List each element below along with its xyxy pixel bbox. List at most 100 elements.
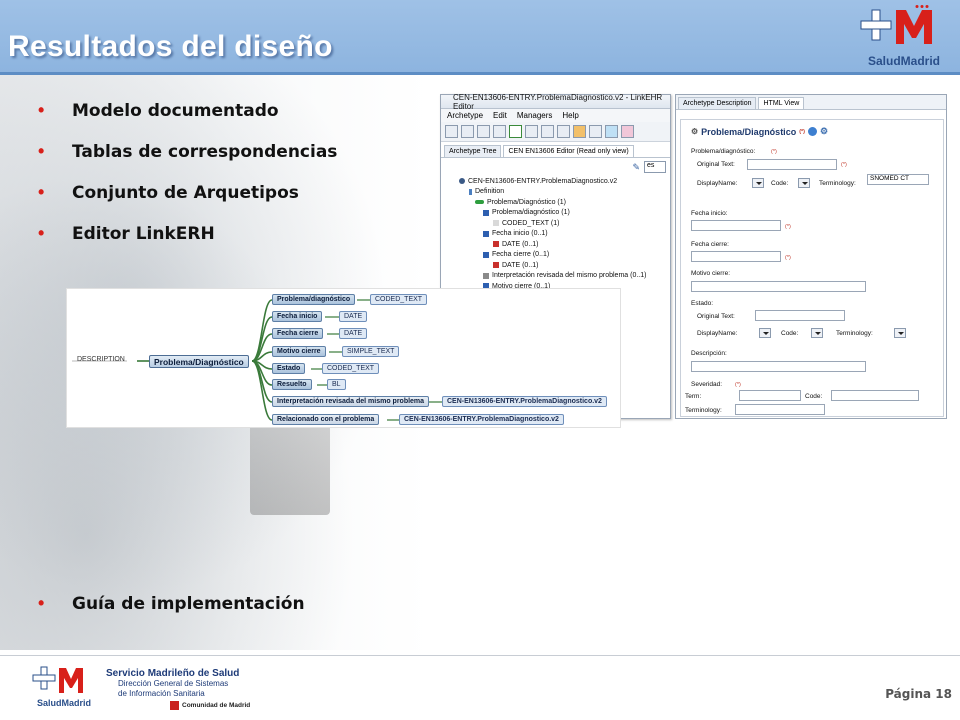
bullet-dot-icon: • [38,593,45,613]
element-icon [483,251,489,258]
required-mark: (*) [799,128,806,135]
table-icon[interactable] [589,125,602,138]
menu-help[interactable]: Help [562,111,578,120]
tree-node-label: DATE (0..1) [502,261,539,269]
tab-archetype-tree[interactable]: Archetype Tree [444,145,502,157]
label-displayname: DisplayName: [697,180,738,187]
menu-managers[interactable]: Managers [517,111,553,120]
mindmap-type-coded-text[interactable]: CODED_TEXT [370,294,428,305]
mindmap-type-coded-text[interactable]: CODED_TEXT [322,363,380,374]
mindmap-type-date[interactable]: DATE [339,311,368,322]
descripcion-input[interactable] [691,361,866,372]
tree-node[interactable]: Definition [459,187,670,198]
tree-node[interactable]: DATE (0..1) [459,239,670,250]
zoom-icon[interactable] [541,125,554,138]
tree-node-label: Fecha inicio (0..1) [492,230,548,238]
severidad-code-input[interactable] [831,390,919,401]
org-line-1: Dirección General de Sistemas [118,679,229,688]
mindmap-node-problema[interactable]: Problema/diagnóstico [272,294,356,305]
motivo-cierre-input[interactable] [691,281,866,292]
bullet-text: Conjunto de Arquetipos [72,182,299,203]
tab-cen-editor[interactable]: CEN EN13606 Editor (Read only view) [503,145,634,157]
label-code: Code: [781,330,799,337]
save-icon[interactable] [493,125,506,138]
footer-salud-madrid-logo: SaludMadrid [32,664,96,708]
tree-node[interactable]: DATE (0..1) [459,260,670,271]
mindmap-node-resuelto[interactable]: Resuelto [272,379,312,390]
editor-tabs: Archetype Tree CEN EN13606 Editor (Read … [441,142,670,158]
bullet-dot-icon: • [38,141,45,161]
validate-icon[interactable] [509,125,522,138]
butterfly-icon[interactable] [573,125,586,138]
html-view-tabs: Archetype Description HTML View [676,95,946,110]
original-text-input[interactable] [747,159,837,170]
footer-logo-text: SaludMadrid [36,698,91,708]
mindmap-node-estado[interactable]: Estado [272,363,306,374]
cluster-icon [475,200,484,205]
mindmap-type-date[interactable]: DATE [339,328,368,339]
code-dropdown[interactable] [811,328,823,338]
calendar-icon [493,241,499,248]
settings-icon[interactable]: ⚙ [820,126,828,137]
mindmap-type-bl[interactable]: BL [327,379,346,390]
form-heading-text: Problema/Diagnóstico [701,126,797,137]
bullet-text: Guía de implementación [72,593,305,614]
editor-menubar: Archetype Edit Managers Help [441,109,670,122]
mindmap-node-relacionado[interactable]: Relacionado con el problema [272,414,380,425]
mindmap-node-interpretacion[interactable]: Interpretación revisada del mismo proble… [272,396,430,407]
mindmap-main-node[interactable]: Problema/Diagnóstico [149,355,249,368]
bullet-dot-icon: • [38,182,45,202]
language-select[interactable]: es [644,161,666,173]
bullet-text: Modelo documentado [72,100,279,121]
required-mark: (*) [841,162,847,168]
fecha-cierre-input[interactable] [691,251,781,262]
import-icon[interactable] [477,125,490,138]
tree-node[interactable]: Interpretación revisada del mismo proble… [459,271,670,282]
footer-logo-mark [32,666,83,693]
checklist-icon[interactable] [525,125,538,138]
bullet-item: • Editor LinkERH [38,223,368,244]
salud-madrid-logo-mark [860,5,932,44]
archetype-icon [459,178,465,185]
open-icon[interactable] [461,125,474,138]
tree-node[interactable]: CODED_TEXT (1) [459,218,670,229]
mindmap-node-fecha-inicio[interactable]: Fecha inicio [272,311,323,322]
severidad-terminology-input[interactable] [735,404,825,415]
fecha-inicio-input[interactable] [691,220,781,231]
new-icon[interactable] [445,125,458,138]
grid-icon[interactable] [557,125,570,138]
required-mark: (*) [785,255,791,261]
mindmap-node-motivo-cierre[interactable]: Motivo cierre [272,346,326,357]
pin-icon[interactable] [621,125,634,138]
mindmap-type-archetype-ref[interactable]: CEN-EN13606-ENTRY.ProblemaDiagnostico.v2 [399,414,564,425]
required-mark: (*) [735,382,741,388]
tree-node[interactable]: Problema/diagnóstico (1) [459,208,670,219]
tree-node-label: CODED_TEXT (1) [502,219,560,227]
terminology-select[interactable]: SNOMED CT [867,174,929,185]
term-input[interactable] [739,390,801,401]
mindmap-type-simple-text[interactable]: SIMPLE_TEXT [342,346,400,357]
tree-node[interactable]: Problema/Diagnóstico (1) [459,197,670,208]
mindmap-node-fecha-cierre[interactable]: Fecha cierre [272,328,324,339]
description-label: DESCRIPTION [77,356,125,363]
tree-node-label: Problema/diagnóstico (1) [492,209,570,217]
mindmap-type-archetype-ref[interactable]: CEN-EN13606-ENTRY.ProblemaDiagnostico.v2 [442,396,607,407]
bullet-text: Tablas de correspondencias [72,141,338,162]
tree-icon[interactable] [605,125,618,138]
tag-icon[interactable]: ✎ [632,162,640,173]
help-icon[interactable] [808,127,818,136]
tree-node[interactable]: Fecha cierre (0..1) [459,250,670,261]
tree-node[interactable]: Fecha inicio (0..1) [459,229,670,240]
menu-archetype[interactable]: Archetype [447,111,483,120]
slide-header: Resultados del diseño SaludMadrid [0,0,960,75]
tab-archetype-description[interactable]: Archetype Description [678,97,757,109]
estado-original-text-input[interactable] [755,310,845,321]
code-dropdown[interactable] [798,178,810,188]
displayname-dropdown[interactable] [752,178,764,188]
menu-edit[interactable]: Edit [493,111,507,120]
terminology-dropdown[interactable] [894,328,906,338]
tab-html-view[interactable]: HTML View [758,97,805,109]
tree-node[interactable]: CEN-EN13606-ENTRY.ProblemaDiagnostico.v2 [459,176,670,187]
link-icon [483,272,489,279]
displayname-dropdown[interactable] [759,328,771,338]
